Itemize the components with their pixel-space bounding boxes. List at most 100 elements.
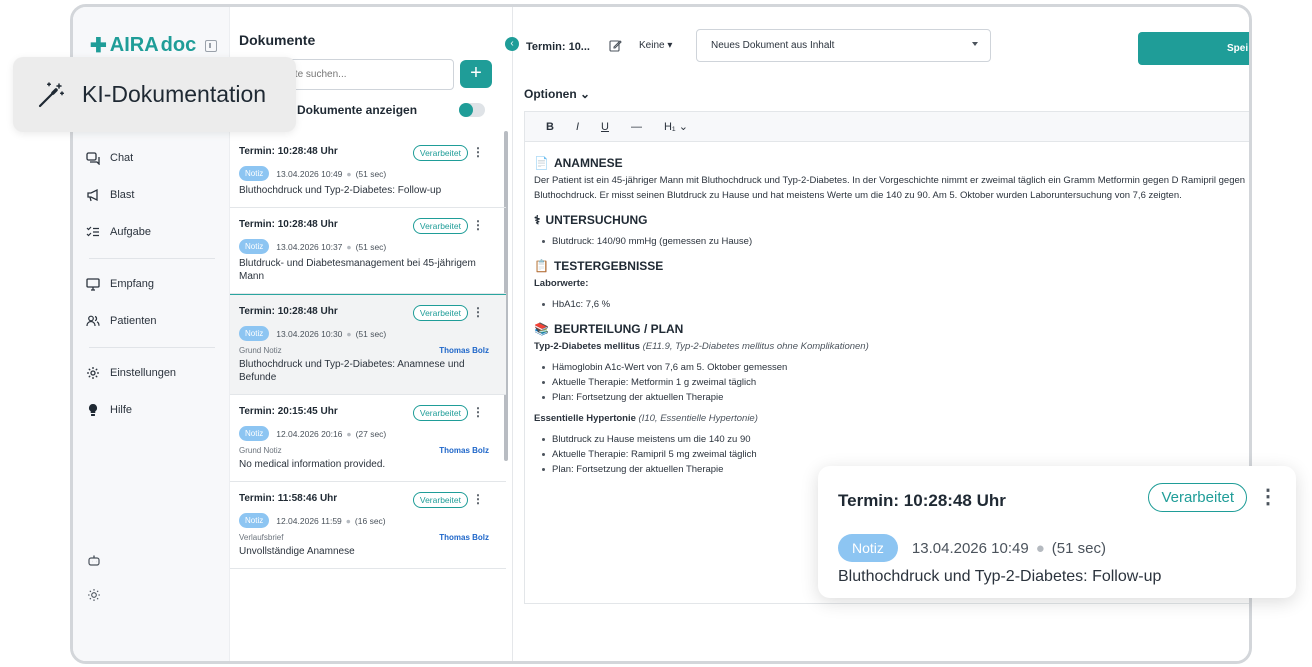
divider-button[interactable]: — bbox=[631, 121, 642, 133]
sidebar-item-blast[interactable]: Blast bbox=[85, 184, 219, 206]
card-reason-row: Verlaufsbrief Thomas Bolz bbox=[239, 533, 497, 542]
tag-badge: Notiz bbox=[239, 326, 270, 341]
underline-button[interactable]: U bbox=[601, 121, 609, 133]
more-options-icon[interactable]: ⋮ bbox=[472, 405, 484, 419]
section-title: BEURTEILUNG / PLAN bbox=[553, 322, 684, 336]
document-card[interactable]: Termin: 10:28:48 Uhr Verarbeitet ⋮ Notiz… bbox=[230, 208, 506, 294]
card-date: 13.04.2026 10:30 bbox=[276, 328, 343, 339]
logo: ✚ AIRA doc bbox=[90, 33, 218, 58]
sidebar-item-patienten[interactable]: Patienten bbox=[85, 310, 219, 332]
more-options-icon[interactable]: ⋮ bbox=[472, 145, 484, 159]
card-summary: Bluthochdruck und Typ-2-Diabetes: Anamne… bbox=[239, 359, 465, 383]
sidebar-item-chat[interactable]: Chat bbox=[85, 147, 219, 169]
list-item: Hämoglobin A1c-Wert von 7,6 am 5. Oktobe… bbox=[542, 360, 1249, 375]
card-meta: Notiz 12.04.2026 20:16 ● (27 sec) bbox=[239, 426, 497, 441]
sidebar-item-aufgabe[interactable]: Aufgabe bbox=[85, 221, 219, 243]
status-badge: Verarbeitet bbox=[412, 218, 468, 234]
logo-brand: AIRA bbox=[109, 34, 159, 56]
section-title: ANAMNESE bbox=[553, 156, 623, 170]
toggle-knob bbox=[459, 103, 473, 117]
zoomed-document-card[interactable]: Termin: 10:28:48 Uhr Verarbeitet ⋮ Notiz… bbox=[818, 466, 1296, 598]
more-options-icon[interactable]: ⋮ bbox=[472, 305, 484, 319]
show-all-toggle[interactable] bbox=[459, 103, 485, 117]
sun-icon[interactable] bbox=[87, 588, 101, 607]
more-options-icon[interactable]: ⋮ bbox=[472, 492, 484, 506]
italic-button[interactable]: I bbox=[576, 121, 579, 133]
card-duration: (16 sec) bbox=[354, 515, 386, 526]
document-type-select[interactable]: Neues Dokument aus Inhalt bbox=[696, 29, 991, 62]
document-icon: 📄 bbox=[534, 156, 549, 170]
tag-badge: Notiz bbox=[239, 166, 270, 181]
card-summary: Blutdruck- und Diabetesmanagement bei 45… bbox=[239, 258, 476, 282]
card-reason-row: Grund Notiz Thomas Bolz bbox=[239, 446, 497, 455]
status-badge: Verarbeitet bbox=[1148, 483, 1247, 512]
add-document-button[interactable]: + bbox=[460, 60, 492, 88]
template-dropdown[interactable]: Keine ▾ bbox=[639, 40, 672, 51]
collapse-list-icon[interactable]: ‹ bbox=[505, 37, 519, 51]
card-summary: No medical information provided. bbox=[239, 459, 386, 470]
books-icon: 📚 bbox=[534, 322, 549, 336]
chevron-down-icon bbox=[972, 42, 978, 46]
bullet-list: HbA1c: 7,6 % bbox=[542, 297, 1249, 312]
dot-separator: ● bbox=[346, 241, 352, 252]
options-toggle[interactable]: Optionen ⌄ bbox=[524, 87, 590, 101]
card-reason: Verlaufsbrief bbox=[239, 533, 284, 542]
template-label: Keine bbox=[639, 40, 665, 51]
sidebar-item-empfang[interactable]: Empfang bbox=[85, 273, 219, 295]
document-cards: Termin: 10:28:48 Uhr Verarbeitet ⋮ Notiz… bbox=[230, 135, 506, 569]
chevron-down-icon: ⌄ bbox=[580, 87, 591, 101]
status-badge: Verarbeitet bbox=[412, 492, 468, 508]
more-options-icon[interactable]: ⋮ bbox=[1258, 484, 1278, 509]
ki-documentation-callout: KI-Dokumentation bbox=[13, 57, 296, 132]
select-value: Neues Dokument aus Inhalt bbox=[711, 40, 835, 51]
document-card[interactable]: Termin: 20:15:45 Uhr Verarbeitet ⋮ Notiz… bbox=[230, 395, 506, 482]
more-options-icon[interactable]: ⋮ bbox=[472, 218, 484, 232]
sidebar-item-hilfe[interactable]: Hilfe bbox=[85, 399, 219, 421]
card-duration: (51 sec) bbox=[355, 241, 387, 252]
tag-badge: Notiz bbox=[239, 426, 270, 441]
section-heading-anamnese: 📄 ANAMNESE bbox=[534, 156, 1249, 171]
card-reason: Grund Notiz bbox=[239, 346, 282, 355]
nav-divider bbox=[89, 347, 215, 348]
list-item: Blutdruck zu Hause meistens um die 140 z… bbox=[542, 432, 1249, 447]
diagnosis-1: Typ-2-Diabetes mellitus (E11.9, Typ-2-Di… bbox=[534, 339, 1249, 354]
sidebar-nav: Chat Blast Aufgabe Empfang Patienten Ein… bbox=[85, 147, 219, 436]
chevron-down-icon: ⌄ bbox=[678, 121, 688, 133]
tag-badge: Notiz bbox=[838, 534, 898, 562]
card-summary: Unvollständige Anamnese bbox=[239, 546, 355, 557]
clipboard-icon: 📋 bbox=[534, 259, 549, 273]
sidebar-item-label: Chat bbox=[110, 152, 134, 164]
document-card[interactable]: Termin: 10:28:48 Uhr Verarbeitet ⋮ Notiz… bbox=[230, 135, 506, 208]
edit-icon[interactable] bbox=[609, 39, 622, 57]
checklist-icon bbox=[85, 224, 101, 240]
card-reason-row: Grund Notiz Thomas Bolz bbox=[239, 346, 497, 355]
card-duration: (51 sec) bbox=[355, 168, 387, 179]
save-button[interactable]: Spei bbox=[1138, 32, 1249, 65]
card-duration: (51 sec) bbox=[1051, 539, 1106, 557]
diagnosis-code: (E11.9, Typ-2-Diabetes mellitus ohne Kom… bbox=[642, 341, 869, 352]
panel-title: Dokumente bbox=[239, 32, 316, 48]
options-label: Optionen bbox=[524, 87, 577, 101]
tag-badge: Notiz bbox=[239, 513, 270, 528]
bold-button[interactable]: B bbox=[546, 121, 554, 133]
dot-separator: ● bbox=[346, 328, 352, 339]
sidebar-collapse-icon[interactable] bbox=[205, 39, 218, 52]
sidebar-item-label: Aufgabe bbox=[110, 226, 151, 238]
heading-dropdown[interactable]: H₁ ⌄ bbox=[664, 120, 688, 133]
logo-suffix: doc bbox=[160, 34, 197, 56]
sidebar-item-label: Blast bbox=[110, 189, 135, 201]
document-card[interactable]: Termin: 11:58:46 Uhr Verarbeitet ⋮ Notiz… bbox=[230, 482, 506, 569]
robot-icon[interactable] bbox=[87, 553, 101, 572]
diagnosis-label: Typ-2-Diabetes mellitus bbox=[534, 341, 640, 352]
sidebar-item-einstellungen[interactable]: Einstellungen bbox=[85, 362, 219, 384]
heading-label: H₁ bbox=[663, 121, 676, 133]
status-badge: Verarbeitet bbox=[412, 305, 468, 321]
chat-icon bbox=[85, 150, 101, 166]
card-meta: Notiz 13.04.2026 10:37 ● (51 sec) bbox=[239, 239, 497, 254]
diagnosis-2: Essentielle Hypertonie (I10, Essentielle… bbox=[534, 411, 1249, 426]
card-date: 13.04.2026 10:49 bbox=[276, 168, 343, 179]
section-title: UNTERSUCHUNG bbox=[545, 213, 648, 227]
document-card-selected[interactable]: Termin: 10:28:48 Uhr Verarbeitet ⋮ Notiz… bbox=[230, 294, 506, 395]
status-badge: Verarbeitet bbox=[412, 145, 468, 161]
callout-label: KI-Dokumentation bbox=[82, 81, 267, 107]
